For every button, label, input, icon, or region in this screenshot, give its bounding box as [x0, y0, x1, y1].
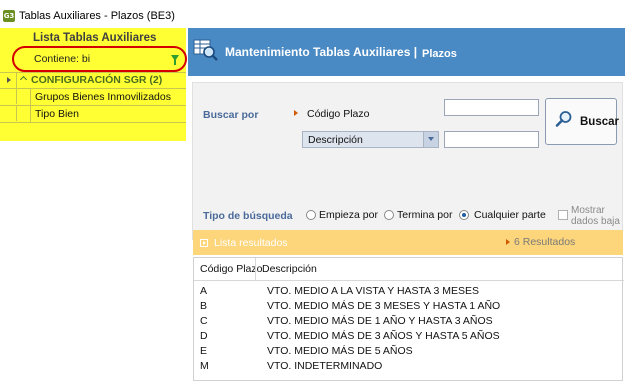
search-field-select[interactable]: Descripción — [302, 131, 439, 148]
table-cell-code[interactable]: M — [200, 360, 209, 372]
table-cell-code[interactable]: B — [200, 300, 207, 312]
table-cell-description[interactable]: VTO. INDETERMINADO — [267, 360, 382, 372]
highlight-oval — [12, 46, 187, 72]
row-pointer-icon — [7, 77, 11, 83]
row-indicator — [0, 89, 17, 104]
search-panel: Buscar por Código Plazo Descripción Busc… — [192, 82, 623, 240]
table-cell-description[interactable]: VTO. MEDIO MÁS DE 1 AÑO Y HASTA 3 AÑOS — [267, 315, 493, 327]
table-search-icon — [193, 39, 218, 61]
table-cell-code[interactable]: D — [200, 330, 208, 342]
search-type-label: Tipo de búsqueda — [203, 210, 293, 222]
magnifier-icon — [555, 111, 572, 127]
radio-ends-with[interactable] — [384, 210, 394, 220]
column-separator — [255, 258, 256, 280]
left-panel-header: Lista Tablas Auxiliares — [33, 32, 157, 44]
list-item-label: Grupos Bienes Inmovilizados — [35, 91, 171, 103]
table-cell-description[interactable]: VTO. MEDIO MÁS DE 5 AÑOS — [267, 345, 413, 357]
page-title: Mantenimiento Tablas Auxiliares | — [225, 45, 418, 59]
expand-icon[interactable] — [200, 239, 208, 247]
chevron-down-icon[interactable] — [423, 132, 438, 147]
left-panel: Lista Tablas Auxiliares Contiene: bi CON… — [0, 28, 187, 141]
list-item[interactable]: Tipo Bien — [31, 106, 186, 122]
results-title: Lista resultados — [214, 237, 288, 249]
group-row[interactable]: CONFIGURACIÓN SGR (2) — [18, 73, 186, 88]
main-header: Mantenimiento Tablas Auxiliares | Plazos — [188, 28, 625, 76]
select-value: Descripción — [308, 134, 363, 146]
results-bar[interactable]: Lista resultados 6 Resultados — [193, 230, 623, 255]
search-by-label: Buscar por — [203, 109, 259, 121]
table-cell-description[interactable]: VTO. MEDIO MÁS DE 3 AÑOS Y HASTA 5 AÑOS — [267, 330, 500, 342]
radio-starts-with-label: Empieza por — [319, 209, 378, 221]
table-cell-code[interactable]: C — [200, 315, 208, 327]
table-cell-description[interactable]: VTO. MEDIO MÁS DE 3 MESES Y HASTA 1 AÑO — [267, 300, 500, 312]
row-indicator — [0, 106, 17, 121]
column-header-code[interactable]: Código Plazo — [200, 263, 262, 275]
search-button-label: Buscar — [580, 116, 619, 128]
row-indicator — [0, 73, 17, 88]
main-area: Mantenimiento Tablas Auxiliares | Plazos… — [188, 28, 625, 381]
collapse-caret-icon[interactable] — [19, 75, 28, 84]
radio-starts-with[interactable] — [306, 210, 316, 220]
radio-any-part-label: Cualquier parte — [474, 209, 546, 221]
radio-any-part[interactable] — [459, 210, 469, 220]
description-input[interactable] — [444, 131, 539, 148]
header-divider — [194, 280, 624, 281]
divider — [0, 122, 186, 123]
radio-ends-with-label: Termina por — [397, 209, 453, 221]
list-item[interactable]: Grupos Bienes Inmovilizados — [31, 89, 186, 105]
table-cell-code[interactable]: A — [200, 285, 207, 297]
show-low-label: Mostrar dados baja — [571, 205, 620, 227]
group-label: CONFIGURACIÓN SGR (2) — [31, 74, 163, 86]
app-icon: G3 — [3, 10, 15, 22]
results-table: Código Plazo Descripción A VTO. MEDIO A … — [193, 257, 624, 381]
search-button[interactable]: Buscar — [545, 98, 619, 145]
codigo-label: Código Plazo — [307, 108, 370, 120]
results-count: 6 Resultados — [514, 236, 576, 248]
show-low-checkbox[interactable] — [558, 210, 568, 220]
window-title: Tablas Auxiliares - Plazos (BE3) — [19, 10, 175, 22]
list-item-label: Tipo Bien — [35, 108, 79, 120]
arrow-icon — [506, 239, 510, 245]
table-cell-code[interactable]: E — [200, 345, 207, 357]
table-cell-description[interactable]: VTO. MEDIO A LA VISTA Y HASTA 3 MESES — [267, 285, 479, 297]
title-bar: G3 Tablas Auxiliares - Plazos (BE3) — [0, 0, 625, 28]
page-subtitle: Plazos — [422, 48, 457, 60]
arrow-icon — [294, 110, 298, 116]
column-header-description[interactable]: Descripción — [262, 263, 317, 275]
codigo-input[interactable] — [444, 99, 539, 116]
